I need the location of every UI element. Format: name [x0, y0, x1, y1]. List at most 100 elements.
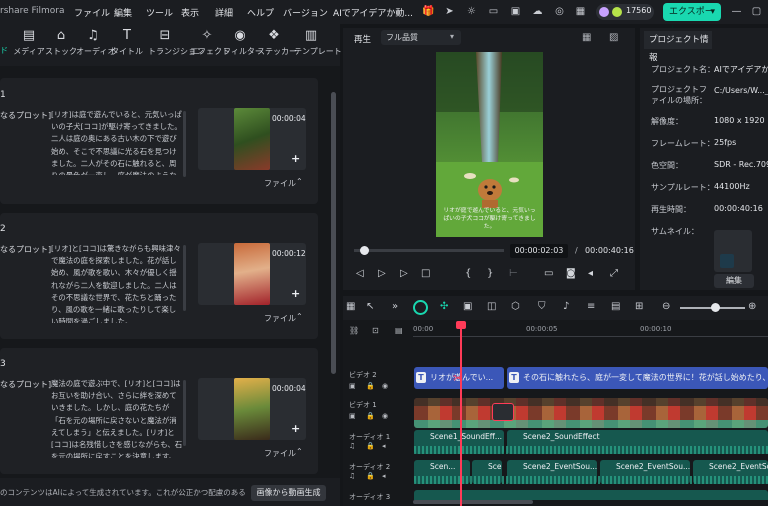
camera-icon[interactable]: ◙ [566, 268, 576, 279]
chevron-up-icon[interactable]: ⌃ [296, 312, 303, 321]
menu-help[interactable]: ヘルプ [247, 6, 274, 19]
eye-icon[interactable]: ◉ [382, 412, 388, 420]
lock-icon[interactable]: 🔒 [366, 412, 375, 420]
menu-view[interactable]: 表示 [181, 6, 199, 19]
speaker-icon[interactable]: ◂ [382, 442, 386, 450]
prev-frame-icon[interactable]: ◁ [356, 268, 364, 279]
mark-in-icon[interactable]: { [465, 268, 471, 279]
speaker-icon[interactable]: ◂ [382, 472, 386, 480]
scene-thumbnail-box[interactable]: 00:00:12 + [198, 243, 306, 305]
menu-version[interactable]: バージョン [283, 6, 328, 19]
play-back-icon[interactable]: ▷ [378, 268, 386, 279]
chapter-icon[interactable]: ⊢ [509, 268, 518, 279]
tool-title[interactable]: T タイトル [110, 28, 144, 57]
minimize-icon[interactable]: — [730, 5, 743, 18]
storyboard-scrollbar[interactable] [331, 92, 336, 374]
mark-out-icon[interactable]: } [487, 268, 493, 279]
track-manager-icon[interactable]: ▤ [395, 326, 403, 335]
more-icon[interactable]: » [392, 301, 398, 312]
seek-bar[interactable] [354, 249, 504, 252]
layout-icon[interactable]: ▦ [346, 301, 355, 312]
lock-icon[interactable]: 🔒 [366, 382, 375, 390]
plus-icon[interactable]: + [291, 152, 300, 165]
shield-icon[interactable]: ⛉ [538, 301, 546, 312]
transition-marker[interactable] [492, 403, 514, 421]
zoom-handle[interactable] [711, 303, 720, 312]
generate-video-button[interactable]: 画像から動画生成 [251, 485, 326, 501]
select-tool-icon[interactable]: ↖ [366, 301, 374, 312]
volume-icon[interactable]: ◂ [588, 268, 593, 279]
plus-icon[interactable]: + [291, 422, 300, 435]
menu-tools[interactable]: ツール [146, 6, 173, 19]
tool-effect[interactable]: ✧ エフェクト [190, 28, 230, 57]
cloud-icon[interactable]: ☁ [531, 5, 544, 18]
audio-clip[interactable] [414, 490, 768, 500]
scene-description[interactable]: [リオ]は庭で遊んでいると、元気いっぱいの子犬[ココ]が駆け寄ってきました。二人… [51, 109, 183, 175]
scene-description[interactable]: 魔法の庭で遊ぶ中で、[リオ]と[ココ]はお互いを助け合い、さらに絆を深めていきま… [51, 378, 183, 458]
tool-stock[interactable]: ⌂ ストック [44, 28, 78, 57]
menu-project-name[interactable]: AIでアイデアか動... [333, 6, 413, 19]
marker-icon[interactable]: ⬡ [511, 301, 520, 312]
bookmark-icon[interactable]: ▭ [487, 5, 500, 18]
tool-transition[interactable]: ⊟ トランジション [148, 28, 204, 57]
tab-player[interactable]: 再生 [354, 33, 371, 45]
menu-advanced[interactable]: 詳細 [215, 6, 233, 19]
scene-thumbnail-box[interactable]: 00:00:04 + [198, 378, 306, 440]
headset-icon[interactable]: ◎ [553, 5, 566, 18]
maximize-icon[interactable]: ▢ [750, 5, 763, 18]
description-scrollbar[interactable] [183, 380, 186, 446]
scene-description[interactable]: [リオ]と[ココ]は驚きながらも興味津々で魔法の庭を探索しました。花が話し始め、… [51, 243, 183, 323]
bulb-icon[interactable]: ☼ [465, 5, 478, 18]
video-clip[interactable] [414, 398, 768, 428]
file-menu[interactable]: ファイル [264, 178, 296, 189]
time-ruler[interactable] [413, 322, 768, 336]
file-menu[interactable]: ファイル [264, 313, 296, 324]
export-button[interactable]: エクスポート▾ [663, 3, 721, 35]
quality-select[interactable]: フル品質 ▾ [381, 30, 461, 45]
ripple-icon[interactable]: ✣ [440, 301, 448, 312]
edit-thumbnail-button[interactable]: 編集 [714, 274, 754, 288]
ai-tool-icon[interactable] [413, 300, 428, 315]
fullscreen-icon[interactable]: ⤢ [610, 268, 618, 279]
seek-handle[interactable] [360, 246, 369, 255]
playhead[interactable] [460, 322, 462, 506]
caption-icon[interactable]: ▤ [611, 301, 620, 312]
menu-edit[interactable]: 編集 [114, 6, 132, 19]
current-time[interactable]: 00:00:02:03 [510, 244, 568, 258]
video-preview[interactable]: リオが庭で遊んでいると、元気いっぱいの子犬ココが駆け寄ってきました。 [436, 52, 543, 237]
eye-icon[interactable]: ◉ [382, 382, 388, 390]
file-menu[interactable]: ファイル [264, 448, 296, 459]
snapshot-icon[interactable]: ▨ [609, 32, 618, 43]
tab-ai-generate[interactable]: ド [0, 45, 8, 56]
voiceover-icon[interactable]: ≡ [587, 301, 595, 312]
tool-sticker[interactable]: ❖ ステッカー [257, 28, 297, 57]
link-icon[interactable]: ⛓ [349, 326, 359, 335]
sticker-tool-icon[interactable]: ◫ [487, 301, 496, 312]
tab-project-info[interactable]: プロジェクト情報 [644, 31, 712, 63]
lock-icon[interactable]: 🔒 [366, 442, 375, 450]
title-clip[interactable]: その石に触れたら、庭が一変して魔法の世界に！花が話し始めたり、風が歌を [507, 367, 768, 389]
gift-icon[interactable]: 🎁 [422, 5, 435, 18]
grid-view-icon[interactable]: ▦ [582, 32, 591, 43]
snap-icon[interactable]: ⊞ [635, 301, 643, 312]
send-icon[interactable]: ➤ [443, 5, 456, 18]
menu-file[interactable]: ファイル [74, 6, 110, 19]
clip-icon[interactable]: ▣ [463, 301, 472, 312]
scissors-icon[interactable]: ✂ [453, 371, 463, 385]
grid-icon[interactable]: ▦ [574, 5, 587, 18]
plus-icon[interactable]: + [291, 287, 300, 300]
tool-filter[interactable]: ◉ フィルター [223, 28, 263, 57]
save-icon[interactable]: ▣ [509, 5, 522, 18]
tool-media[interactable]: ▤ メディア [12, 28, 46, 57]
scene-thumbnail-box[interactable]: 00:00:04 + [198, 108, 306, 170]
credits-badge[interactable]: 17560 [596, 4, 654, 20]
tool-template[interactable]: ▥ テンプレート [294, 28, 342, 57]
chevron-up-icon[interactable]: ⌃ [296, 447, 303, 456]
lock-icon[interactable]: 🔒 [366, 472, 375, 480]
chevron-up-icon[interactable]: ⌃ [296, 177, 303, 186]
timeline-scrollbar[interactable] [413, 500, 533, 504]
description-scrollbar[interactable] [183, 111, 186, 177]
play-icon[interactable]: ▷ [400, 268, 408, 279]
tool-audio[interactable]: ♫ オーディオ [76, 28, 115, 57]
add-track-icon[interactable]: ⊡ [372, 326, 379, 335]
